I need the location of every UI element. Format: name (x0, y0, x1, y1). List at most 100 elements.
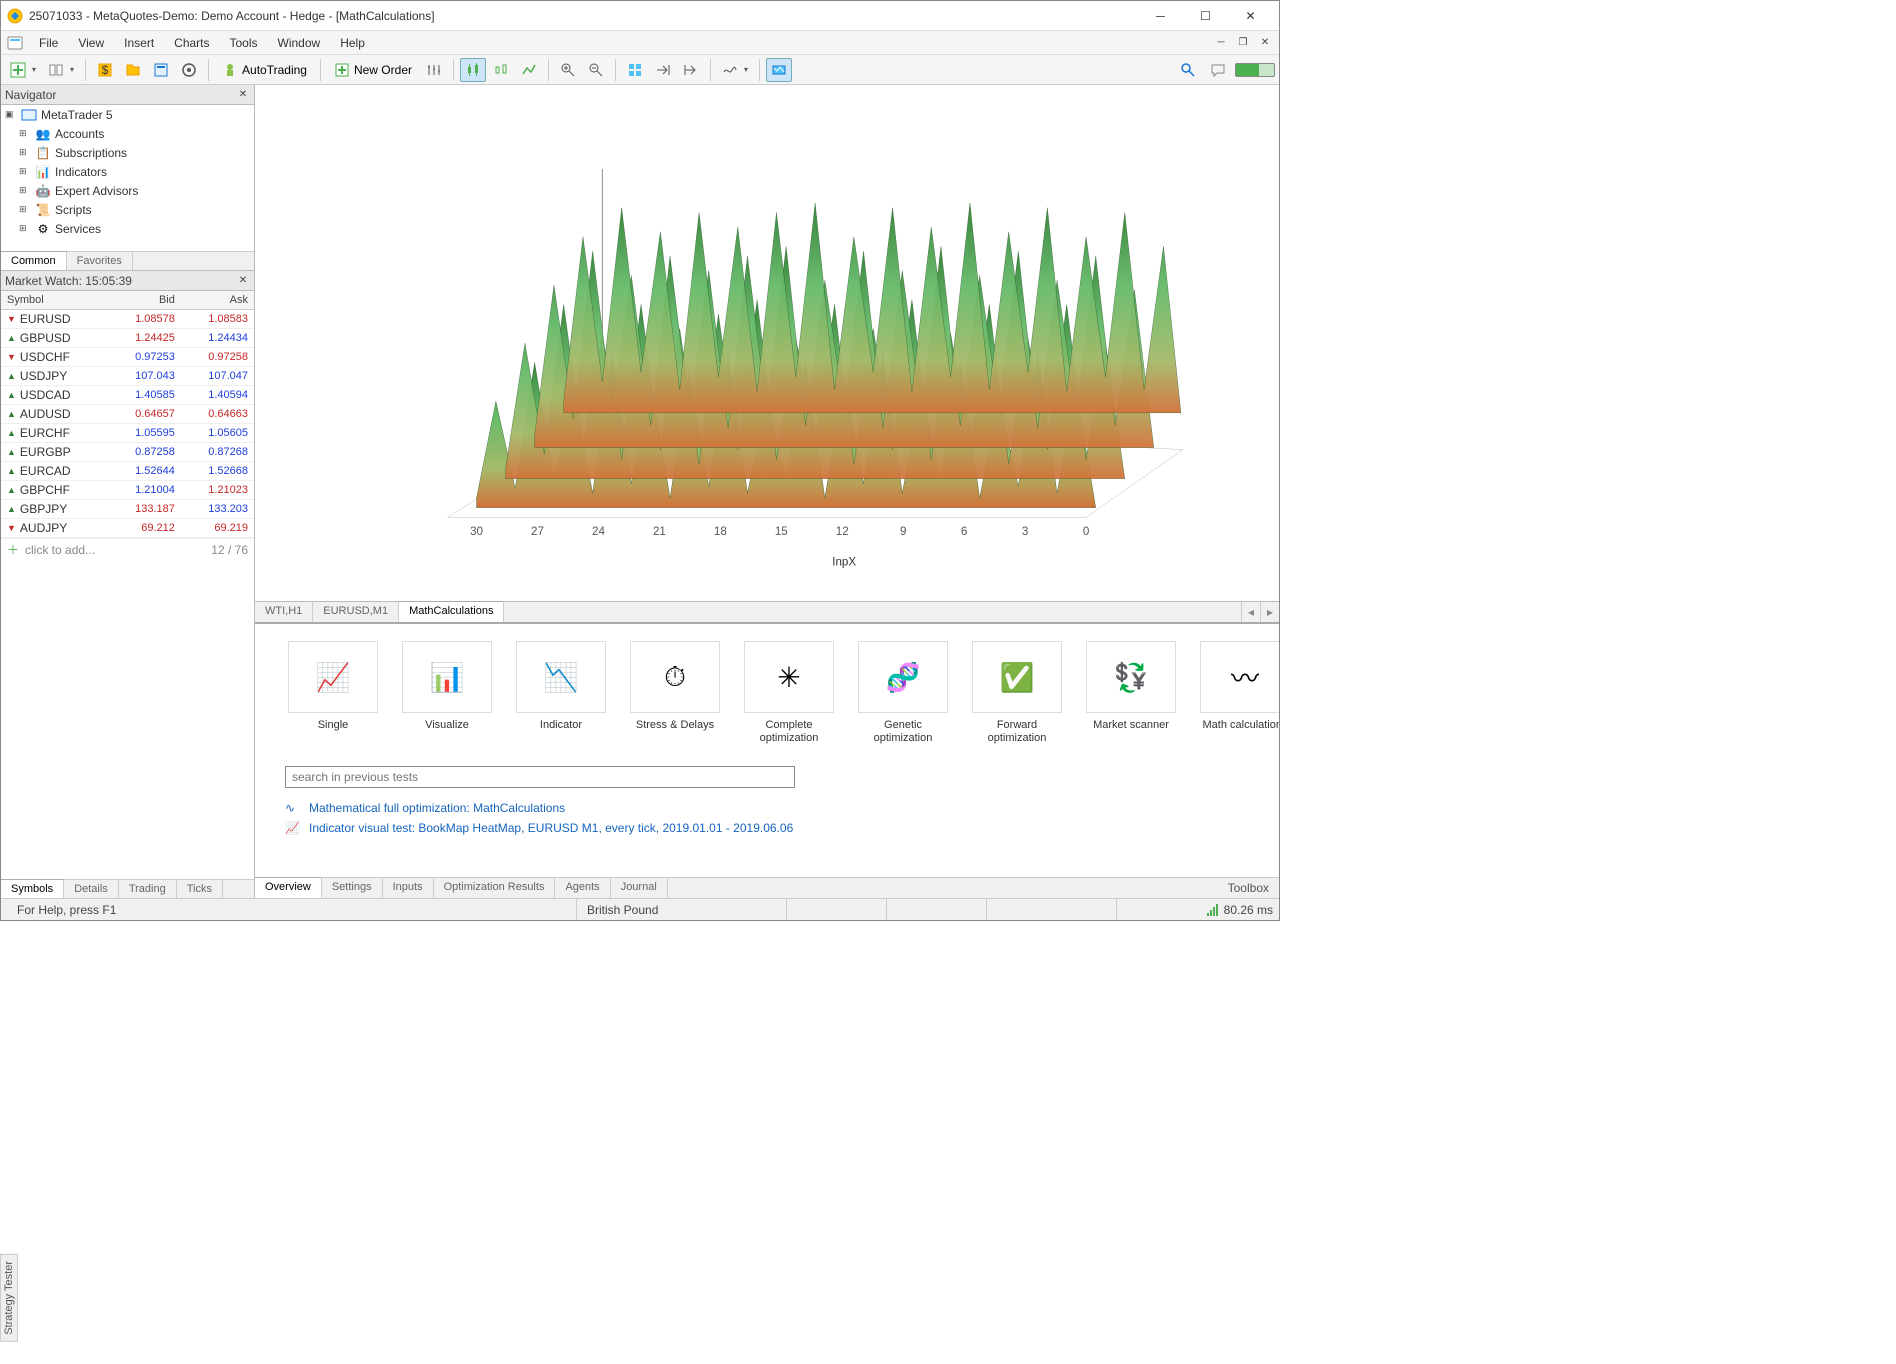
mode-card-2[interactable]: 📉Indicator (513, 634, 609, 756)
table-row[interactable]: ▲AUDUSD 0.646570.64663 (1, 405, 254, 424)
auto-scroll-button[interactable] (678, 58, 704, 82)
zoom-in-button[interactable] (555, 58, 581, 82)
mode-card-7[interactable]: 💱Market scanner (1083, 634, 1179, 756)
mdi-restore-button[interactable]: ❐ (1233, 35, 1253, 51)
templates-button[interactable] (766, 58, 792, 82)
chart-tab-wti[interactable]: WTI,H1 (255, 602, 313, 622)
tile-windows-button[interactable] (622, 58, 648, 82)
data-window-button[interactable] (148, 58, 174, 82)
tree-indicators[interactable]: ⊞📊Indicators (1, 162, 254, 181)
menu-help[interactable]: Help (330, 33, 375, 53)
close-button[interactable]: ✕ (1228, 2, 1273, 30)
zoom-out-button[interactable] (583, 58, 609, 82)
maximize-button[interactable]: ☐ (1183, 2, 1228, 30)
menu-view[interactable]: View (68, 33, 114, 53)
prev-test-1[interactable]: ∿Mathematical full optimization: MathCal… (285, 798, 1249, 818)
strategy-tester-button[interactable] (176, 58, 202, 82)
tab-scroll-left[interactable]: ◂ (1241, 602, 1260, 622)
menu-tools[interactable]: Tools (220, 33, 268, 53)
indicators-button[interactable] (717, 58, 753, 82)
table-row[interactable]: ▲GBPCHF 1.210041.21023 (1, 481, 254, 500)
market-watch-close-button[interactable]: ✕ (236, 274, 250, 288)
mdi-close-button[interactable]: ✕ (1255, 35, 1275, 51)
table-row[interactable]: ▲USDJPY 107.043107.047 (1, 367, 254, 386)
tab-settings[interactable]: Settings (322, 878, 383, 898)
mode-card-0[interactable]: 📈Single (285, 634, 381, 756)
surface-plot-svg: 302724211815129630 InpX (306, 111, 1228, 575)
search-icon[interactable] (1175, 58, 1201, 82)
minimize-button[interactable]: ─ (1138, 2, 1183, 30)
menu-window[interactable]: Window (268, 33, 331, 53)
new-chart-button[interactable] (5, 58, 41, 82)
tab-details[interactable]: Details (64, 880, 119, 898)
tree-expert-advisors[interactable]: ⊞🤖Expert Advisors (1, 181, 254, 200)
table-row[interactable]: ▲USDCAD 1.405851.40594 (1, 386, 254, 405)
tab-scroll-right[interactable]: ▸ (1260, 602, 1279, 622)
tab-symbols[interactable]: Symbols (1, 879, 64, 898)
col-symbol[interactable]: Symbol (1, 291, 108, 310)
mode-card-8[interactable]: 〰Math calculations (1197, 634, 1279, 756)
col-bid[interactable]: Bid (108, 291, 181, 310)
new-order-button[interactable]: New Order (327, 58, 419, 82)
tab-common[interactable]: Common (1, 251, 67, 270)
navigator-close-button[interactable]: ✕ (236, 88, 250, 102)
prev-test-2[interactable]: 📈Indicator visual test: BookMap HeatMap,… (285, 818, 1249, 838)
table-row[interactable]: ▲EURGBP 0.872580.87268 (1, 443, 254, 462)
svg-text:$: $ (102, 63, 109, 77)
connection-indicator[interactable] (1235, 63, 1275, 77)
mode-icon: 🧬 (858, 641, 948, 713)
tab-agents[interactable]: Agents (555, 878, 610, 898)
table-row[interactable]: ▼USDCHF 0.972530.97258 (1, 348, 254, 367)
tree-services[interactable]: ⊞⚙Services (1, 219, 254, 238)
autotrading-button[interactable]: AutoTrading (215, 58, 314, 82)
navigator-header: Navigator ✕ (1, 85, 254, 105)
chat-icon[interactable] (1205, 58, 1231, 82)
navigator-button[interactable] (120, 58, 146, 82)
chart-bars-button[interactable] (421, 58, 447, 82)
strategy-tester-tab[interactable]: Strategy Tester (0, 1254, 18, 1342)
table-row[interactable]: ▲GBPUSD 1.244251.24434 (1, 329, 254, 348)
tab-overview[interactable]: Overview (255, 877, 322, 898)
mode-card-4[interactable]: ✳Complete optimization (741, 634, 837, 756)
menu-insert[interactable]: Insert (114, 33, 164, 53)
autotrading-label: AutoTrading (242, 63, 307, 77)
tree-accounts[interactable]: ⊞👥Accounts (1, 124, 254, 143)
menu-file[interactable]: File (29, 33, 68, 53)
mdi-minimize-button[interactable]: ─ (1211, 35, 1231, 51)
tab-opt-results[interactable]: Optimization Results (434, 878, 556, 898)
tab-trading[interactable]: Trading (119, 880, 177, 898)
profiles-button[interactable] (43, 58, 79, 82)
market-watch-button[interactable]: $ (92, 58, 118, 82)
tree-scripts[interactable]: ⊞📜Scripts (1, 200, 254, 219)
navigator-tabs: Common Favorites (1, 251, 254, 270)
table-row[interactable]: ▲GBPJPY 133.187133.203 (1, 500, 254, 519)
search-input[interactable] (285, 766, 795, 788)
mode-card-3[interactable]: ⏱Stress & Delays (627, 634, 723, 756)
tab-ticks[interactable]: Ticks (177, 880, 223, 898)
shift-end-button[interactable] (650, 58, 676, 82)
tab-inputs[interactable]: Inputs (383, 878, 434, 898)
mode-card-5[interactable]: 🧬Genetic optimization (855, 634, 951, 756)
toolbox-label[interactable]: Toolbox (1218, 878, 1279, 898)
table-row[interactable]: ▼EURUSD 1.085781.08583 (1, 310, 254, 329)
chart-tab-math[interactable]: MathCalculations (399, 601, 504, 622)
tab-journal[interactable]: Journal (611, 878, 668, 898)
market-watch-table[interactable]: Symbol Bid Ask ▼EURUSD 1.085781.08583▲GB… (1, 291, 254, 879)
mode-card-6[interactable]: ✅Forward optimization (969, 634, 1065, 756)
tree-root[interactable]: ▣MetaTrader 5 (1, 105, 254, 124)
chart-type4-button[interactable] (516, 58, 542, 82)
chart-candles-button[interactable] (460, 58, 486, 82)
table-row[interactable]: ▼AUDJPY 69.21269.219 (1, 519, 254, 538)
tree-subscriptions[interactable]: ⊞📋Subscriptions (1, 143, 254, 162)
table-row[interactable]: ▲EURCHF 1.055951.05605 (1, 424, 254, 443)
tab-favorites[interactable]: Favorites (67, 252, 133, 270)
col-ask[interactable]: Ask (181, 291, 254, 310)
market-watch-footer[interactable]: ＋ click to add... 12 / 76 (1, 538, 254, 560)
mode-card-1[interactable]: 📊Visualize (399, 634, 495, 756)
navigator-tree[interactable]: ▣MetaTrader 5 ⊞👥Accounts ⊞📋Subscriptions… (1, 105, 254, 251)
table-row[interactable]: ▲EURCAD 1.526441.52668 (1, 462, 254, 481)
chart-3d-surface[interactable]: 302724211815129630 InpX (255, 85, 1279, 601)
chart-tab-eurusd[interactable]: EURUSD,M1 (313, 602, 399, 622)
chart-line-button[interactable] (488, 58, 514, 82)
menu-charts[interactable]: Charts (164, 33, 219, 53)
